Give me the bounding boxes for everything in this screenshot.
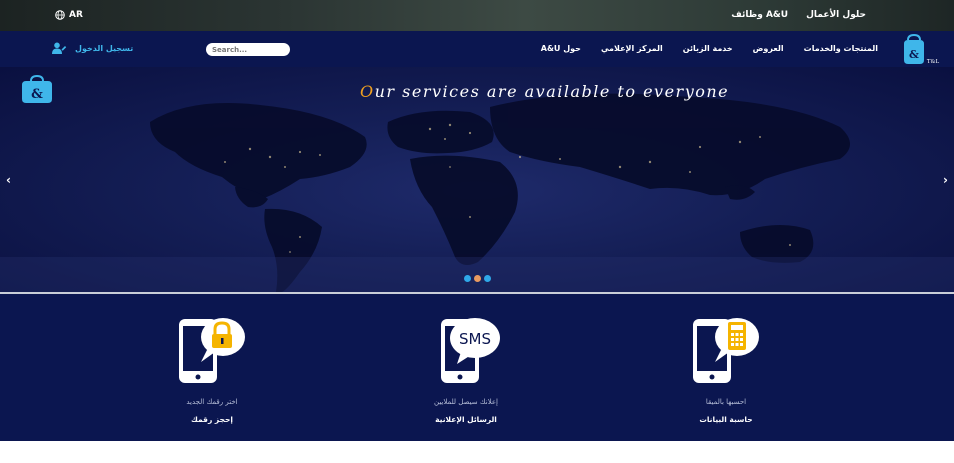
login-label: تسجيل الدخول: [75, 43, 134, 53]
service-title: إحجز رقمك: [191, 415, 233, 424]
service-desc: اختر رقمك الجديد: [186, 398, 238, 406]
slider-dot-3[interactable]: [484, 275, 491, 282]
phone-sms-icon: SMS: [441, 318, 500, 383]
service-title: حاسبة البيانات: [699, 415, 753, 424]
service-desc: احسبها بالميقا: [705, 398, 747, 406]
language-switch[interactable]: AR: [55, 10, 83, 20]
services-section: اختر رقمك الجديد إحجز رقمك SMS إعلانك سي…: [0, 294, 954, 441]
service-card-book-number[interactable]: اختر رقمك الجديد إحجز رقمك: [142, 314, 282, 424]
phone-lock-icon: [179, 318, 245, 383]
svg-text:T&L: T&L: [927, 59, 940, 65]
user-add-icon: [52, 42, 67, 54]
brand-logo[interactable]: & T&L: [900, 34, 940, 66]
main-navbar: & T&L المنتجات والخدمات العروض خدمة الزب…: [0, 31, 954, 67]
service-card-data-calculator[interactable]: احسبها بالميقا حاسبة البيانات: [656, 314, 796, 424]
top-link-jobs[interactable]: وظائف A&U: [731, 10, 788, 20]
menu-media-center[interactable]: المركز الإعلامي: [601, 44, 663, 53]
hero-logo: &: [22, 75, 52, 103]
service-desc: إعلانك سيصل للملايين: [433, 398, 498, 406]
slider-dot-2[interactable]: [474, 275, 481, 282]
globe-icon: [55, 10, 65, 20]
prev-slide-arrow[interactable]: ‹: [6, 173, 11, 187]
tagline-rest: ur services are available to everyone: [374, 82, 730, 101]
service-title: الرسائل الإعلانية: [435, 415, 497, 424]
menu-products[interactable]: المنتجات والخدمات: [804, 44, 878, 53]
slider-dot-1[interactable]: [464, 275, 471, 282]
slider-dots: [464, 275, 491, 282]
top-link-business[interactable]: حلول الأعمال: [806, 10, 866, 20]
top-bar: AR وظائف A&U حلول الأعمال: [0, 0, 954, 31]
menu-customer-service[interactable]: خدمة الزبائن: [683, 44, 733, 53]
top-links: وظائف A&U حلول الأعمال: [731, 10, 866, 20]
menu-offers[interactable]: العروض: [753, 44, 784, 53]
page-footer-area: [0, 441, 954, 463]
svg-text:&: &: [909, 48, 919, 61]
tagline-first-letter: O: [360, 82, 375, 101]
search-input[interactable]: [206, 43, 290, 56]
menu-about[interactable]: حول A&U: [541, 44, 581, 53]
svg-text:&: &: [31, 87, 43, 102]
hero-tagline: Our services are available to everyone: [360, 82, 729, 101]
hero-slider: & Our services are available to everyone…: [0, 67, 954, 292]
language-label: AR: [69, 10, 83, 20]
svg-text:SMS: SMS: [459, 330, 491, 348]
main-menu: المنتجات والخدمات العروض خدمة الزبائن ال…: [541, 44, 878, 53]
next-slide-arrow[interactable]: ›: [943, 173, 948, 187]
phone-calculator-icon: [693, 318, 759, 383]
service-card-sms[interactable]: SMS إعلانك سيصل للملايين الرسائل الإعلان…: [396, 314, 536, 424]
login-link[interactable]: تسجيل الدخول: [52, 42, 133, 54]
